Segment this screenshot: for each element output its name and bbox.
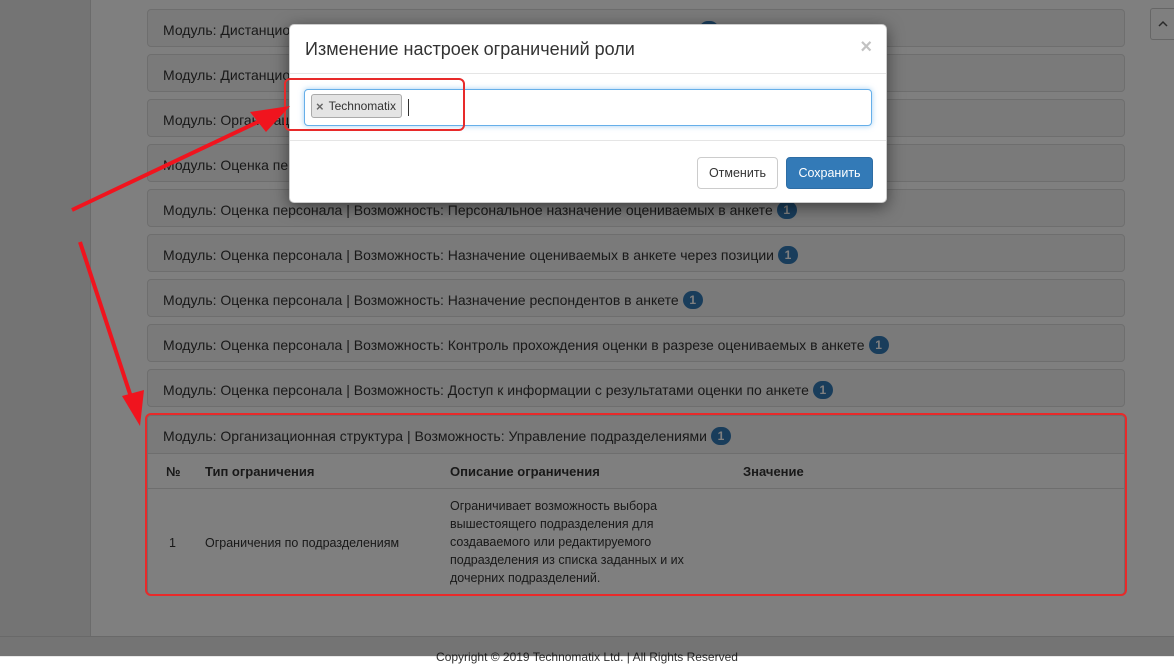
save-button[interactable]: Сохранить: [786, 157, 873, 189]
highlight-box-tag: [284, 78, 465, 131]
modal-header: Изменение настроек ограничений роли ×: [290, 25, 886, 74]
cancel-button[interactable]: Отменить: [697, 157, 778, 189]
modal-footer: Отменить Сохранить: [290, 141, 886, 204]
close-icon[interactable]: ×: [860, 37, 872, 57]
modal-title: Изменение настроек ограничений роли: [305, 39, 635, 59]
highlight-box-panel: [145, 413, 1127, 596]
